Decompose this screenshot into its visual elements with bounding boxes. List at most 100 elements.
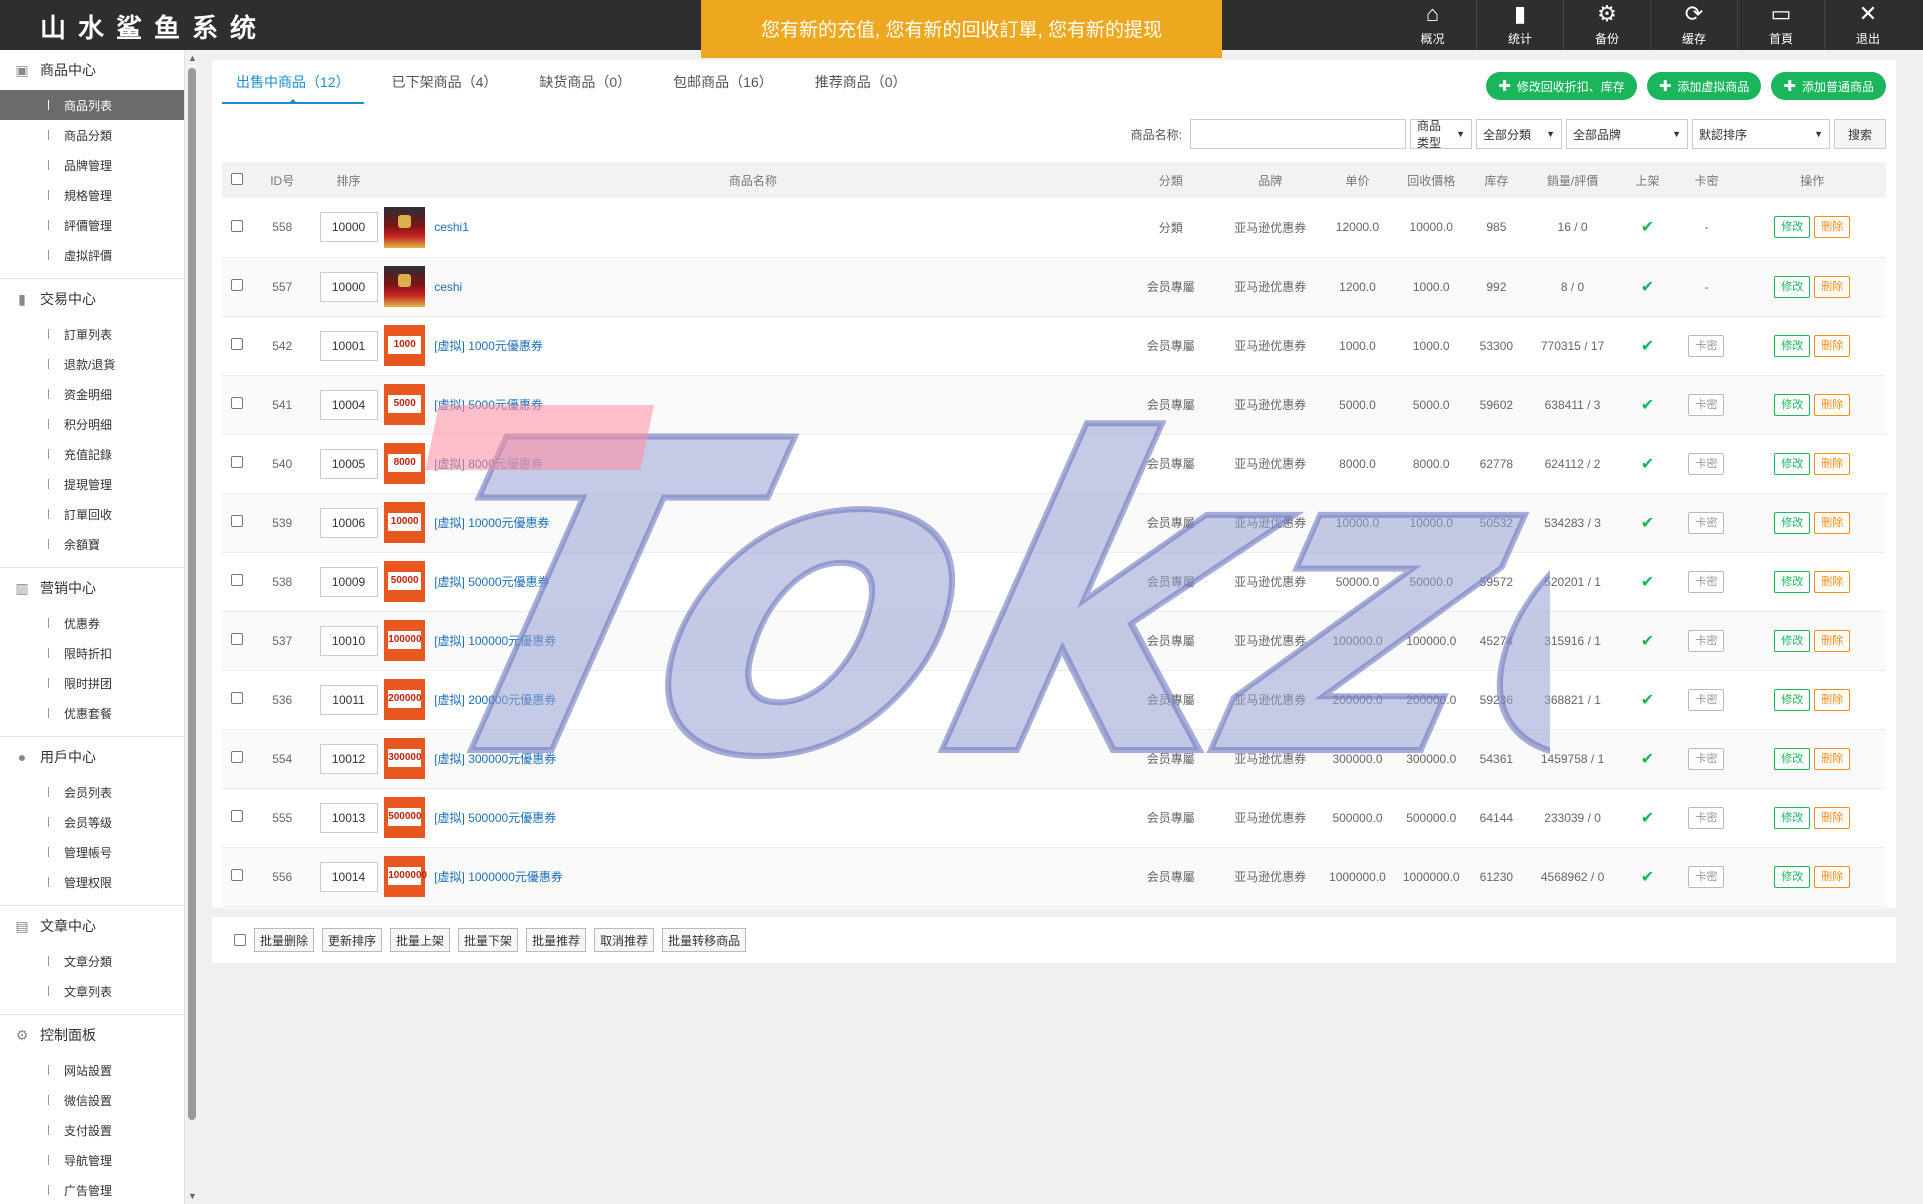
product-thumbnail[interactable]: 1000000 bbox=[384, 856, 427, 897]
product-name-link[interactable]: [虚拟] 8000元優惠券 bbox=[434, 455, 543, 472]
product-thumbnail[interactable] bbox=[384, 266, 426, 307]
product-name-link[interactable]: [虚拟] 300000元優惠券 bbox=[434, 750, 556, 767]
sidebar-item[interactable]: 商品列表 bbox=[0, 90, 184, 120]
product-name-link[interactable]: ceshi bbox=[434, 280, 462, 294]
check-icon[interactable]: ✔ bbox=[1641, 869, 1654, 886]
scrollbar-thumb[interactable] bbox=[188, 68, 196, 1120]
sidebar-item[interactable]: 会员等级 bbox=[0, 807, 184, 837]
check-icon[interactable]: ✔ bbox=[1641, 633, 1654, 650]
row-checkbox[interactable] bbox=[230, 633, 243, 645]
card-key-button[interactable]: 卡密 bbox=[1688, 570, 1725, 593]
check-icon[interactable]: ✔ bbox=[1641, 279, 1654, 296]
sort-input[interactable]: 10010 bbox=[319, 625, 378, 656]
row-checkbox[interactable] bbox=[230, 869, 243, 881]
check-icon[interactable]: ✔ bbox=[1641, 692, 1654, 709]
product-name-link[interactable]: [虚拟] 500000元優惠券 bbox=[434, 809, 556, 826]
sidebar-item[interactable]: 評價管理 bbox=[0, 210, 184, 240]
sort-input[interactable]: 10001 bbox=[319, 330, 378, 361]
topnav-home[interactable]: ⌂ 概况 bbox=[1389, 0, 1476, 50]
edit-button[interactable]: 修改 bbox=[1774, 688, 1811, 711]
edit-button[interactable]: 修改 bbox=[1774, 806, 1811, 829]
card-key-button[interactable]: 卡密 bbox=[1688, 452, 1725, 475]
product-name-link[interactable]: [虚拟] 200000元優惠券 bbox=[434, 691, 556, 708]
card-key-button[interactable]: 卡密 bbox=[1688, 629, 1725, 652]
action-button-0[interactable]: ✚ 修改回收折扣、库存 bbox=[1486, 72, 1637, 100]
edit-button[interactable]: 修改 bbox=[1774, 393, 1811, 416]
bulk-button-2[interactable]: 批量上架 bbox=[390, 928, 451, 952]
delete-button[interactable]: 刪除 bbox=[1814, 570, 1851, 593]
sort-input[interactable]: 10004 bbox=[319, 389, 378, 420]
sidebar-item[interactable]: 限時折扣 bbox=[0, 638, 184, 668]
product-name-link[interactable]: [虚拟] 10000元優惠券 bbox=[434, 514, 549, 531]
product-thumbnail[interactable]: 10000 bbox=[384, 502, 426, 543]
check-icon[interactable]: ✔ bbox=[1641, 219, 1654, 236]
row-checkbox[interactable] bbox=[230, 279, 243, 291]
bulk-button-4[interactable]: 批量推荐 bbox=[526, 928, 587, 952]
row-checkbox[interactable] bbox=[230, 692, 243, 704]
row-checkbox[interactable] bbox=[230, 397, 243, 409]
sidebar-item[interactable]: 提現管理 bbox=[0, 469, 184, 499]
select-all-bottom-checkbox[interactable] bbox=[234, 934, 246, 946]
row-checkbox[interactable] bbox=[230, 219, 243, 232]
sidebar-item[interactable]: 品牌管理 bbox=[0, 150, 184, 180]
product-name-link[interactable]: [虚拟] 1000元優惠券 bbox=[434, 337, 543, 354]
product-name-link[interactable]: [虚拟] 1000000元優惠券 bbox=[434, 868, 563, 885]
tab-4[interactable]: 推荐商品（0） bbox=[801, 70, 921, 104]
sort-input[interactable]: 10006 bbox=[319, 507, 378, 538]
sort-input[interactable]: 10012 bbox=[319, 743, 378, 774]
sort-input[interactable]: 10013 bbox=[319, 802, 378, 833]
sidebar-item[interactable]: 訂單列表 bbox=[0, 319, 184, 349]
scroll-down-arrow-icon[interactable]: ▼ bbox=[188, 1191, 197, 1201]
sidebar-item[interactable]: 积分明细 bbox=[0, 409, 184, 439]
sort-select[interactable]: 默認排序 ▼ bbox=[1692, 119, 1830, 149]
product-thumbnail[interactable]: 300000 bbox=[384, 738, 426, 779]
sidebar-item[interactable]: 优惠券 bbox=[0, 608, 184, 638]
card-key-button[interactable]: 卡密 bbox=[1688, 688, 1725, 711]
tab-0[interactable]: 出售中商品（12） bbox=[222, 70, 364, 104]
sidebar-group-header[interactable]: ● 用戶中心 bbox=[0, 737, 184, 777]
sidebar-item[interactable]: 会员列表 bbox=[0, 777, 184, 807]
topnav-gear[interactable]: ⚙ 备份 bbox=[1563, 0, 1650, 50]
check-icon[interactable]: ✔ bbox=[1641, 456, 1654, 473]
topnav-bar-chart[interactable]: ▮ 统计 bbox=[1476, 0, 1563, 50]
tab-1[interactable]: 已下架商品（4） bbox=[378, 70, 512, 104]
action-button-2[interactable]: ✚ 添加普通商品 bbox=[1771, 72, 1886, 100]
card-key-button[interactable]: 卡密 bbox=[1688, 747, 1725, 770]
topnav-monitor[interactable]: ▭ 首頁 bbox=[1737, 0, 1824, 50]
sidebar-item[interactable]: 网站設置 bbox=[0, 1055, 184, 1085]
sidebar-item[interactable]: 訂單回收 bbox=[0, 499, 184, 529]
card-key-button[interactable]: 卡密 bbox=[1688, 393, 1725, 416]
check-icon[interactable]: ✔ bbox=[1641, 338, 1654, 355]
tab-3[interactable]: 包邮商品（16） bbox=[659, 70, 787, 104]
sidebar-group-header[interactable]: ▮ 交易中心 bbox=[0, 279, 184, 319]
delete-button[interactable]: 刪除 bbox=[1814, 393, 1851, 416]
delete-button[interactable]: 刪除 bbox=[1814, 629, 1851, 652]
edit-button[interactable]: 修改 bbox=[1774, 865, 1811, 888]
check-icon[interactable]: ✔ bbox=[1641, 397, 1654, 414]
product-thumbnail[interactable] bbox=[384, 206, 426, 248]
row-checkbox[interactable] bbox=[230, 810, 243, 822]
bulk-button-1[interactable]: 更新排序 bbox=[322, 928, 383, 952]
delete-button[interactable]: 刪除 bbox=[1814, 865, 1851, 888]
product-thumbnail[interactable]: 500000 bbox=[384, 797, 426, 838]
product-thumbnail[interactable]: 100000 bbox=[384, 620, 426, 661]
sidebar-group-header[interactable]: ⚙ 控制面板 bbox=[0, 1015, 184, 1055]
delete-button[interactable]: 刪除 bbox=[1814, 806, 1851, 829]
category-select[interactable]: 全部分類 ▼ bbox=[1476, 119, 1562, 149]
edit-button[interactable]: 修改 bbox=[1774, 216, 1811, 239]
sidebar-item[interactable]: 退款/退貨 bbox=[0, 349, 184, 379]
row-checkbox[interactable] bbox=[230, 338, 243, 350]
sidebar-item[interactable]: 文章列表 bbox=[0, 976, 184, 1006]
select-all-checkbox[interactable] bbox=[230, 172, 243, 185]
product-thumbnail[interactable]: 50000 bbox=[384, 561, 426, 602]
product-thumbnail[interactable]: 8000 bbox=[384, 443, 426, 484]
sidebar-item[interactable]: 管理权限 bbox=[0, 867, 184, 897]
topnav-close[interactable]: ✕ 退出 bbox=[1824, 0, 1911, 50]
delete-button[interactable]: 刪除 bbox=[1814, 334, 1851, 357]
sidebar-item[interactable]: 限时拼团 bbox=[0, 668, 184, 698]
brand-select[interactable]: 全部品牌 ▼ bbox=[1566, 119, 1688, 149]
delete-button[interactable]: 刪除 bbox=[1814, 275, 1851, 298]
sort-input[interactable]: 10000 bbox=[319, 271, 378, 302]
row-checkbox[interactable] bbox=[230, 574, 243, 586]
sidebar-item[interactable]: 导航管理 bbox=[0, 1145, 184, 1175]
